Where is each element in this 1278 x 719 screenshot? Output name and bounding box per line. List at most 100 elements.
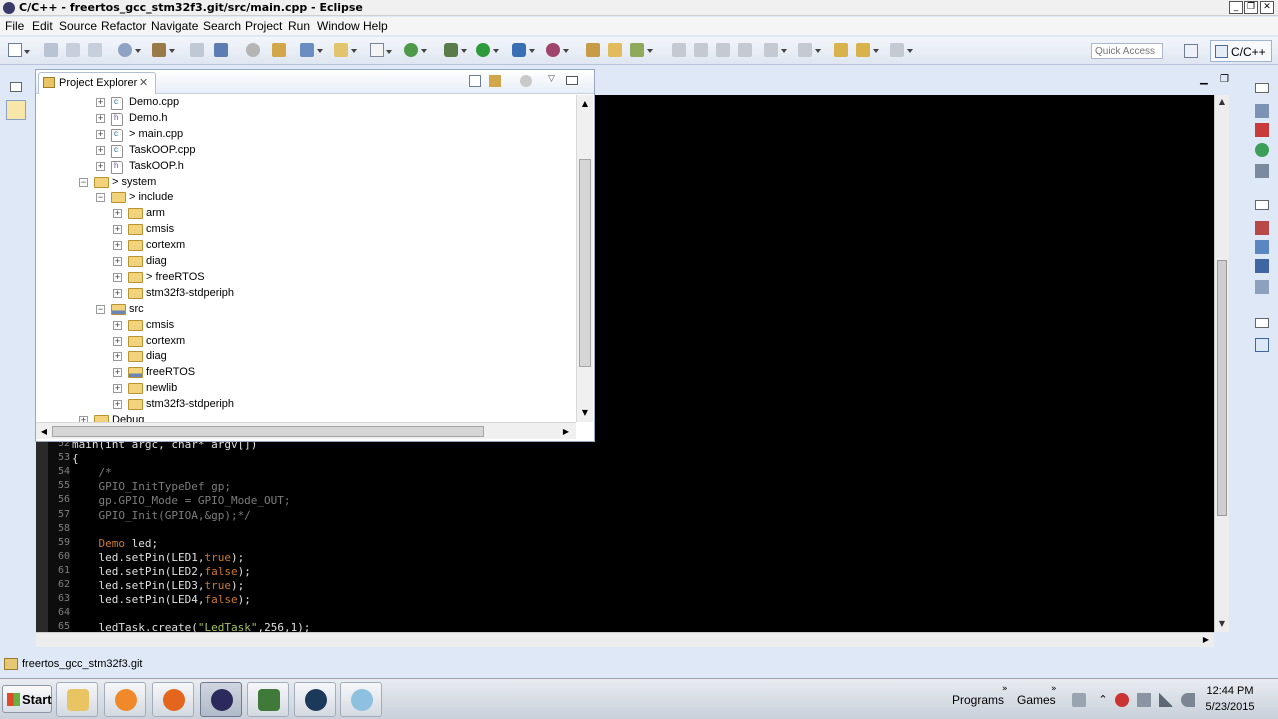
steam-task-button[interactable] bbox=[294, 682, 336, 717]
tree-item[interactable]: + newlib bbox=[36, 381, 576, 397]
refresh-icon[interactable] bbox=[404, 43, 427, 57]
menu-file[interactable]: File bbox=[5, 19, 24, 33]
minimize-editor-button[interactable]: ▁ bbox=[1200, 74, 1208, 85]
code-line[interactable]: gp.GPIO_Mode = GPIO_Mode_OUT; bbox=[72, 494, 290, 507]
code-line[interactable]: { bbox=[72, 452, 79, 465]
code-line[interactable]: GPIO_Init(GPIOA,&gp);*/ bbox=[72, 509, 250, 522]
make-target-icon[interactable] bbox=[1255, 123, 1269, 137]
tree-item[interactable]: + stm32f3-stdperiph bbox=[36, 397, 576, 413]
tab-project-explorer[interactable]: Project Explorer ✕ bbox=[38, 72, 156, 94]
external-tools-icon[interactable] bbox=[512, 43, 535, 57]
editor-vscroll-thumb[interactable] bbox=[1217, 260, 1227, 516]
expand-toggle-icon[interactable]: − bbox=[96, 304, 105, 314]
expand-toggle-icon[interactable]: + bbox=[113, 352, 122, 362]
tree-item[interactable]: + cortexm bbox=[36, 238, 576, 254]
tree-item[interactable]: + TaskOOP.cpp bbox=[36, 143, 576, 159]
maximize-editor-button[interactable]: ❐ bbox=[1220, 74, 1229, 85]
paint-task-button[interactable] bbox=[340, 682, 382, 717]
back-icon[interactable] bbox=[856, 43, 879, 57]
block-selection-icon[interactable] bbox=[716, 43, 730, 57]
link-with-editor-icon[interactable] bbox=[489, 75, 501, 87]
tree-item[interactable]: + Demo.h bbox=[36, 111, 576, 127]
menu-window[interactable]: Window bbox=[317, 19, 360, 33]
menu-refactor[interactable]: Refactor bbox=[101, 19, 146, 33]
expand-toggle-icon[interactable]: + bbox=[113, 225, 122, 235]
view-menu-icon[interactable]: ▽ bbox=[548, 74, 555, 84]
scroll-right-arrow-icon[interactable]: ▶ bbox=[1199, 633, 1213, 647]
mark-occurrences-icon[interactable] bbox=[694, 43, 708, 57]
quick-access-input[interactable] bbox=[1091, 43, 1163, 59]
show-hidden-icons-icon[interactable]: ⌃ bbox=[1096, 693, 1110, 707]
scroll-down-arrow-icon[interactable]: ▼ bbox=[1215, 617, 1229, 631]
restore-panel-icon[interactable] bbox=[566, 76, 578, 85]
expand-toggle-icon[interactable]: + bbox=[96, 98, 105, 107]
tree-item[interactable]: + freeRTOS bbox=[36, 365, 576, 381]
scroll-up-arrow-icon[interactable]: ▲ bbox=[1215, 95, 1229, 109]
open-resource-icon[interactable] bbox=[608, 43, 622, 57]
close-tab-icon[interactable]: ✕ bbox=[139, 76, 148, 89]
code-line[interactable]: led.setPin(LED3,true); bbox=[72, 579, 244, 592]
explorer-task-button[interactable] bbox=[56, 682, 98, 717]
project-explorer-trim-icon[interactable] bbox=[6, 100, 26, 120]
expand-toggle-icon[interactable]: + bbox=[113, 288, 122, 298]
start-button[interactable]: Start bbox=[2, 685, 52, 713]
expand-toggle-icon[interactable]: + bbox=[96, 145, 105, 155]
menu-edit[interactable]: Edit bbox=[32, 19, 53, 33]
save-all-icon[interactable] bbox=[66, 43, 80, 57]
open-type-icon[interactable] bbox=[586, 43, 600, 57]
programs-toolbar[interactable]: Programs bbox=[952, 693, 1004, 707]
clock-date[interactable]: 5/23/2015 bbox=[1200, 701, 1260, 713]
expand-toggle-icon[interactable]: + bbox=[113, 241, 122, 251]
tree-item[interactable]: + cmsis bbox=[36, 222, 576, 238]
open-element-icon[interactable] bbox=[272, 43, 286, 57]
games-toolbar[interactable]: Games bbox=[1017, 693, 1056, 707]
expand-toggle-icon[interactable]: + bbox=[113, 384, 122, 394]
edit-icon[interactable] bbox=[672, 43, 686, 57]
code-line[interactable]: GPIO_InitTypeDef gp; bbox=[72, 480, 230, 493]
programs-chevron-icon[interactable]: » bbox=[1002, 684, 1008, 694]
tree-item[interactable]: + stm32f3-stdperiph bbox=[36, 286, 576, 302]
restore-console-stack-icon[interactable] bbox=[1255, 200, 1269, 210]
expand-toggle-icon[interactable]: − bbox=[96, 193, 105, 203]
menu-help[interactable]: Help bbox=[363, 19, 388, 33]
firefox-task-button[interactable] bbox=[152, 682, 194, 717]
expand-toggle-icon[interactable]: + bbox=[96, 161, 105, 171]
usb-icon[interactable] bbox=[1137, 693, 1151, 707]
explorer-vertical-scrollbar[interactable]: ▲ ▼ bbox=[576, 95, 593, 422]
print-icon[interactable] bbox=[88, 43, 102, 57]
build-all-icon[interactable] bbox=[190, 43, 204, 57]
visual-studio-task-button[interactable] bbox=[247, 682, 289, 717]
explorer-scroll-up-icon[interactable]: ▲ bbox=[578, 97, 592, 111]
debug-config-icon[interactable] bbox=[214, 43, 228, 57]
menu-source[interactable]: Source bbox=[59, 19, 97, 33]
menu-search[interactable]: Search bbox=[203, 19, 241, 33]
tree-item[interactable]: − src bbox=[36, 302, 576, 318]
code-line[interactable]: led.setPin(LED4,false); bbox=[72, 593, 250, 606]
search-icon[interactable] bbox=[630, 43, 653, 57]
tree-item[interactable]: + arm bbox=[36, 206, 576, 222]
expand-toggle-icon[interactable]: + bbox=[113, 209, 122, 219]
tree-item[interactable]: + diag bbox=[36, 254, 576, 270]
build-icon[interactable] bbox=[152, 43, 175, 57]
tree-item[interactable]: − > system bbox=[36, 175, 576, 191]
problems-icon[interactable] bbox=[1255, 221, 1269, 235]
restore-stack-icon[interactable] bbox=[10, 82, 22, 92]
eclipse-task-button[interactable] bbox=[200, 682, 242, 717]
toggle-breakpoint-icon[interactable] bbox=[246, 43, 260, 57]
new-project-icon[interactable] bbox=[300, 43, 323, 57]
clock-time[interactable]: 12:44 PM bbox=[1200, 685, 1260, 697]
media-player-task-button[interactable] bbox=[104, 682, 146, 717]
new-icon[interactable] bbox=[8, 43, 30, 57]
explorer-scroll-down-icon[interactable]: ▼ bbox=[578, 406, 592, 420]
volume-icon[interactable] bbox=[1181, 693, 1195, 707]
include-browser-icon[interactable] bbox=[1255, 164, 1269, 178]
tree-item[interactable]: + Debug bbox=[36, 413, 576, 422]
show-whitespace-icon[interactable] bbox=[738, 43, 752, 57]
restore-button[interactable]: ❐ bbox=[1244, 1, 1258, 14]
tree-item[interactable]: − > include bbox=[36, 190, 576, 206]
expand-toggle-icon[interactable]: + bbox=[113, 368, 122, 378]
manage-configurations-icon[interactable] bbox=[118, 43, 141, 57]
expand-toggle-icon[interactable]: + bbox=[96, 113, 105, 123]
games-chevron-icon[interactable]: » bbox=[1051, 684, 1057, 694]
explorer-scroll-left-icon[interactable]: ◀ bbox=[37, 425, 51, 439]
